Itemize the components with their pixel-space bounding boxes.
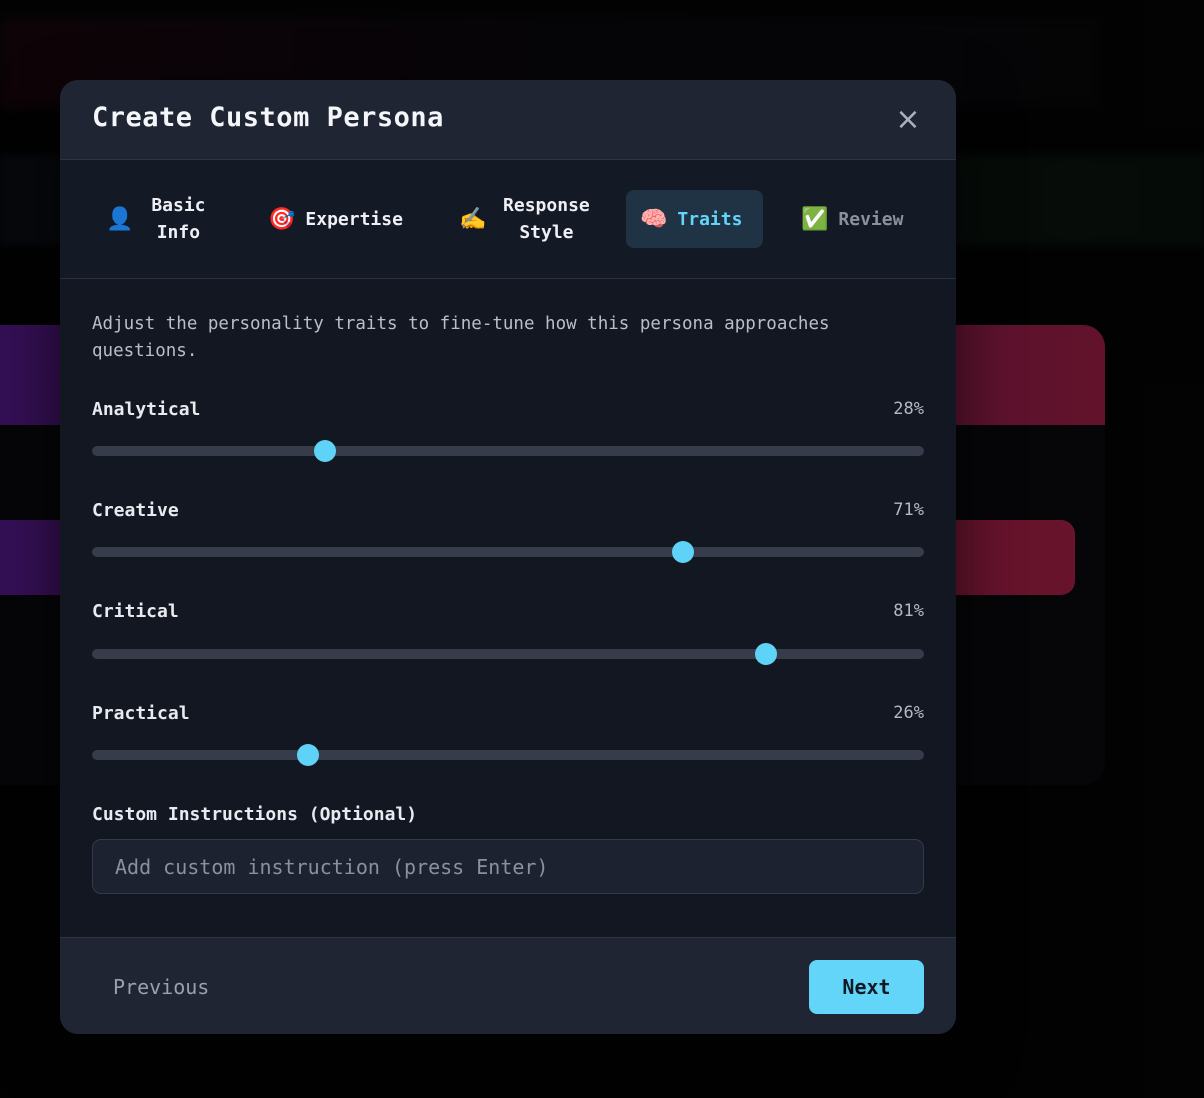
custom-instructions-label: Custom Instructions (Optional) — [92, 804, 418, 825]
writing-hand-icon: ✍️ — [459, 206, 487, 232]
check-mark-icon: ✅ — [801, 206, 829, 232]
trait-slider-practical[interactable] — [92, 744, 924, 766]
target-icon: 🎯 — [268, 206, 296, 232]
tab-response-style[interactable]: ✍️ Response Style — [459, 190, 599, 248]
slider-thumb[interactable] — [671, 541, 694, 563]
trait-slider-critical[interactable] — [92, 643, 924, 665]
tab-label: Review — [838, 208, 904, 230]
modal-title: Create Custom Persona — [92, 102, 444, 133]
trait-label: Practical — [92, 703, 190, 724]
step-tabs: 👤 Basic Info 🎯 Expertise ✍️ Response Sty… — [60, 160, 956, 279]
tab-label: Response Style — [503, 195, 590, 243]
tab-expertise[interactable]: 🎯 Expertise — [268, 190, 418, 248]
slider-thumb[interactable] — [754, 643, 777, 665]
tab-basic-info[interactable]: 👤 Basic Info — [106, 190, 236, 248]
slider-thumb[interactable] — [297, 744, 320, 766]
brain-icon: 🧠 — [640, 206, 668, 232]
create-persona-modal: Create Custom Persona × 👤 Basic Info 🎯 E… — [60, 80, 956, 1034]
trait-value: 81% — [893, 601, 924, 621]
trait-slider-analytical[interactable] — [92, 440, 924, 462]
trait-label: Creative — [92, 500, 179, 521]
trait-value: 28% — [893, 399, 924, 419]
traits-description: Adjust the personality traits to fine-tu… — [92, 314, 830, 361]
custom-instruction-input[interactable] — [92, 839, 924, 894]
modal-footer: Previous Next — [60, 937, 956, 1034]
modal-header: Create Custom Persona × — [60, 80, 956, 160]
trait-value: 71% — [893, 500, 924, 520]
tab-traits[interactable]: 🧠 Traits — [626, 190, 763, 248]
trait-label: Analytical — [92, 399, 201, 420]
tab-review[interactable]: ✅ Review — [801, 190, 921, 248]
trait-label: Critical — [92, 601, 179, 622]
tab-label: Traits — [677, 208, 743, 230]
trait-slider-creative[interactable] — [92, 541, 924, 563]
next-button[interactable]: Next — [809, 960, 924, 1014]
slider-thumb[interactable] — [313, 440, 336, 462]
user-icon: 👤 — [106, 206, 134, 232]
trait-value: 26% — [893, 703, 924, 723]
close-icon[interactable]: × — [892, 104, 924, 136]
tab-label: Basic Info — [151, 195, 206, 243]
previous-button[interactable]: Previous — [92, 960, 230, 1014]
tab-label: Expertise — [305, 208, 403, 230]
